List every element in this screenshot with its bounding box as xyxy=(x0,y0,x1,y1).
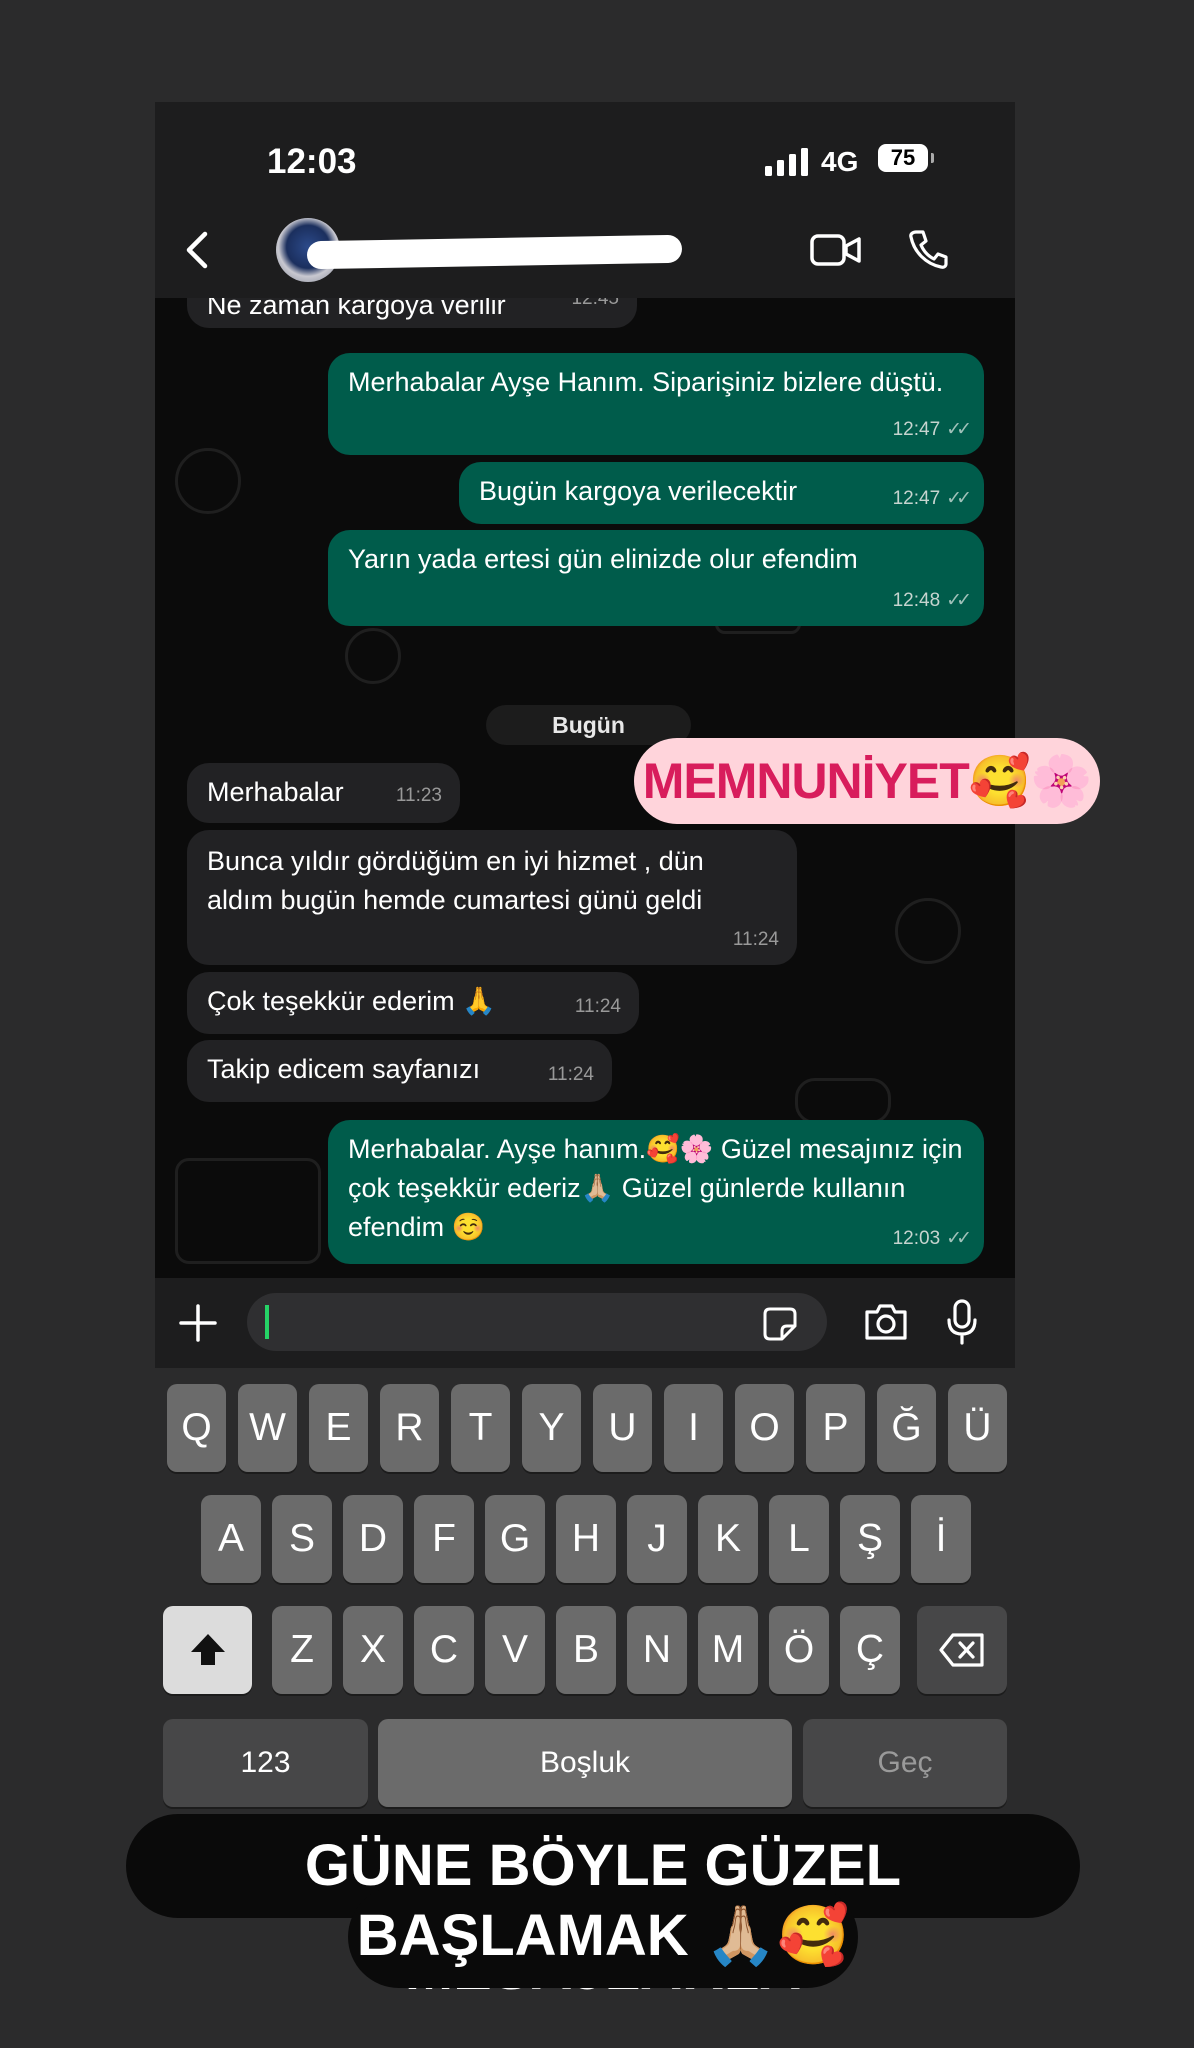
message-meta: 12:47 ✓✓ xyxy=(892,488,972,509)
message-meta: 12:03 ✓✓ xyxy=(892,1228,972,1249)
key-l[interactable]: L xyxy=(769,1495,829,1583)
key-s[interactable]: S xyxy=(272,1495,332,1583)
key-m[interactable]: M xyxy=(698,1606,758,1694)
message-text: Bunca yıldır gördüğüm en iyi hizmet , dü… xyxy=(207,846,704,915)
numbers-key[interactable]: 123 xyxy=(163,1719,368,1807)
message-outgoing[interactable]: Merhabalar. Ayşe hanım.🥰🌸 Güzel mesajını… xyxy=(328,1120,984,1264)
double-check-icon: ✓✓ xyxy=(946,1228,972,1249)
key-g[interactable]: G xyxy=(485,1495,545,1583)
memnuniyet-sticker: MEMNUNİYET🥰🌸 xyxy=(634,738,1100,824)
message-time: 11:23 xyxy=(395,785,442,806)
key-i̇[interactable]: İ xyxy=(911,1495,971,1583)
chat-header xyxy=(155,202,1015,298)
key-p[interactable]: P xyxy=(806,1384,865,1472)
key-t[interactable]: T xyxy=(451,1384,510,1472)
message-time: 11:24 xyxy=(732,929,779,950)
message-outgoing[interactable]: Bugün kargoya verilecektir 12:47 ✓✓ xyxy=(459,462,984,524)
video-camera-icon[interactable] xyxy=(810,230,862,270)
camera-icon[interactable] xyxy=(863,1302,909,1342)
key-ü[interactable]: Ü xyxy=(948,1384,1007,1472)
key-a[interactable]: A xyxy=(201,1495,261,1583)
battery-icon: 75 xyxy=(878,144,934,172)
network-type: 4G xyxy=(821,146,859,177)
key-w[interactable]: W xyxy=(238,1384,297,1472)
key-v[interactable]: V xyxy=(485,1606,545,1694)
key-r[interactable]: R xyxy=(380,1384,439,1472)
message-text: Çok teşekkür ederim 🙏 xyxy=(207,986,496,1016)
key-i[interactable]: I xyxy=(664,1384,723,1472)
return-key[interactable]: Geç xyxy=(803,1719,1007,1807)
date-divider: Bugün xyxy=(486,705,691,745)
key-j[interactable]: J xyxy=(627,1495,687,1583)
message-text: Merhabalar Ayşe Hanım. Siparişiniz bizle… xyxy=(348,367,944,397)
text-caret xyxy=(265,1305,269,1339)
message-incoming[interactable]: Bunca yıldır gördüğüm en iyi hizmet , dü… xyxy=(187,830,797,965)
key-h[interactable]: H xyxy=(556,1495,616,1583)
key-q[interactable]: Q xyxy=(167,1384,226,1472)
message-incoming[interactable]: Çok teşekkür ederim 🙏 11:24 xyxy=(187,972,639,1034)
sticker-icon[interactable] xyxy=(762,1306,798,1342)
phone-screen: 12:03 4G 75 Ne zaman kargoya verilir 12:… xyxy=(155,102,1015,1968)
back-chevron-icon[interactable] xyxy=(177,228,221,272)
message-meta: 12:48 ✓✓ xyxy=(892,590,972,611)
key-z[interactable]: Z xyxy=(272,1606,332,1694)
backspace-key[interactable] xyxy=(917,1606,1007,1694)
shift-key[interactable] xyxy=(163,1606,252,1694)
story-caption-line2: BAŞLAMAK 🙏🏼🥰 xyxy=(348,1886,858,1988)
contact-name-redacted[interactable] xyxy=(306,234,683,270)
key-e[interactable]: E xyxy=(309,1384,368,1472)
key-f[interactable]: F xyxy=(414,1495,474,1583)
status-time: 12:03 xyxy=(267,142,357,181)
key-ö[interactable]: Ö xyxy=(769,1606,829,1694)
double-check-icon: ✓✓ xyxy=(946,488,972,509)
message-time: 11:24 xyxy=(574,996,621,1017)
message-outgoing[interactable]: Merhabalar Ayşe Hanım. Siparişiniz bizle… xyxy=(328,353,984,455)
double-check-icon: ✓✓ xyxy=(946,590,972,611)
message-text: Yarın yada ertesi gün elinizde olur efen… xyxy=(348,544,858,574)
key-ğ[interactable]: Ğ xyxy=(877,1384,936,1472)
message-time: 11:24 xyxy=(547,1064,594,1085)
status-bar: 12:03 4G 75 xyxy=(155,102,1015,202)
message-text: Merhabalar. Ayşe hanım.🥰🌸 Güzel mesajını… xyxy=(348,1134,963,1242)
double-check-icon: ✓✓ xyxy=(946,419,972,440)
message-meta: 12:47 ✓✓ xyxy=(892,419,972,440)
key-n[interactable]: N xyxy=(627,1606,687,1694)
key-ç[interactable]: Ç xyxy=(840,1606,900,1694)
key-x[interactable]: X xyxy=(343,1606,403,1694)
shift-arrow-icon xyxy=(190,1634,225,1665)
message-time: 12:45 xyxy=(571,298,619,309)
phone-icon[interactable] xyxy=(907,228,949,270)
message-input-bar xyxy=(155,1278,1015,1368)
key-y[interactable]: Y xyxy=(522,1384,581,1472)
backspace-icon xyxy=(939,1633,984,1667)
message-input[interactable] xyxy=(247,1293,827,1351)
key-k[interactable]: K xyxy=(698,1495,758,1583)
signal-icon xyxy=(765,148,811,176)
key-d[interactable]: D xyxy=(343,1495,403,1583)
message-text: Takip edicem sayfanızı xyxy=(207,1054,481,1084)
message-outgoing[interactable]: Yarın yada ertesi gün elinizde olur efen… xyxy=(328,530,984,626)
key-b[interactable]: B xyxy=(556,1606,616,1694)
space-key[interactable]: Boşluk xyxy=(378,1719,792,1807)
message-incoming[interactable]: Takip edicem sayfanızı 11:24 xyxy=(187,1040,612,1102)
message-incoming[interactable]: Ne zaman kargoya verilir 12:45 xyxy=(187,298,637,328)
plus-icon[interactable] xyxy=(177,1302,219,1344)
message-text: Ne zaman kargoya verilir xyxy=(207,298,506,320)
key-ş[interactable]: Ş xyxy=(840,1495,900,1583)
key-c[interactable]: C xyxy=(414,1606,474,1694)
microphone-icon[interactable] xyxy=(945,1298,979,1346)
key-o[interactable]: O xyxy=(735,1384,794,1472)
message-incoming[interactable]: Merhabalar 11:23 xyxy=(187,763,460,823)
key-u[interactable]: U xyxy=(593,1384,652,1472)
